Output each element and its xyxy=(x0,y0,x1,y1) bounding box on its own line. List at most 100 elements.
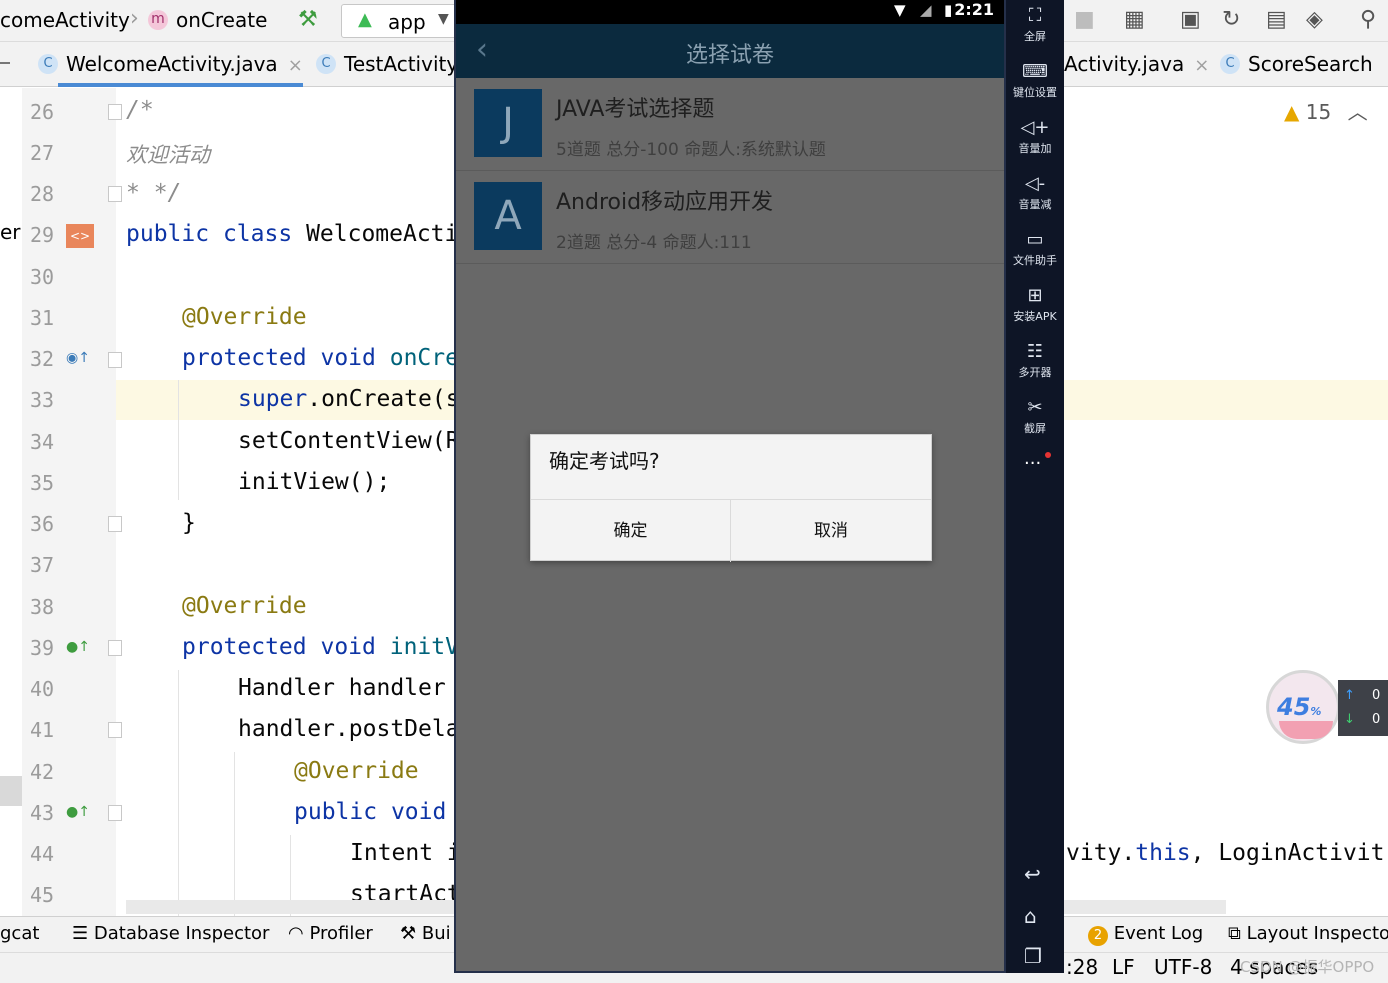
sdk-manager-icon[interactable]: ◈ xyxy=(1306,7,1323,32)
device-manager-icon[interactable]: ▦ xyxy=(1124,7,1145,32)
side-panel-label[interactable]: er xyxy=(0,220,21,244)
close-icon[interactable]: × xyxy=(288,55,303,76)
confirm-button[interactable]: 确定 xyxy=(531,500,731,562)
volume-up-button[interactable]: ◁+ 音量加 xyxy=(1006,118,1064,156)
volume-up-icon: ◁+ xyxy=(1020,117,1050,138)
home-icon[interactable]: ⌂ xyxy=(1024,904,1037,928)
code-line-26[interactable]: /* xyxy=(126,97,154,123)
search-icon[interactable]: ⚲ xyxy=(1360,7,1376,32)
code-line-41[interactable]: handler.postDela xyxy=(238,716,460,742)
implement-method-icon[interactable]: ●↑ xyxy=(66,804,90,820)
breadcrumb-separator-icon: › xyxy=(130,6,139,31)
code-line-33[interactable]: super.onCreate(s xyxy=(238,386,460,412)
code-line-34[interactable]: setContentView(R xyxy=(238,428,460,454)
code-line-40[interactable]: Handler handler xyxy=(238,675,446,701)
status-encoding[interactable]: UTF-8 xyxy=(1154,955,1212,979)
quiz-list-item[interactable]: J JAVA考试选择题 5道题 总分-100 命题人:系统默认题 xyxy=(456,79,1004,171)
quiz-avatar: A xyxy=(474,182,542,250)
code-line-31[interactable]: @Override xyxy=(182,304,307,330)
tool-event-log[interactable]: 2 Event Log xyxy=(1088,923,1203,946)
tab-label: TestActivity xyxy=(344,52,459,76)
upload-arrow-icon: ↑ xyxy=(1344,688,1355,703)
recents-icon[interactable]: ❐ xyxy=(1024,944,1042,968)
tab-list-icon[interactable] xyxy=(0,62,10,64)
warning-count: 15 xyxy=(1305,100,1332,124)
fullscreen-button[interactable]: ⛶ 全屏 xyxy=(1006,6,1064,44)
left-tool-strip: er xyxy=(0,88,22,916)
fold-marker-icon[interactable] xyxy=(108,805,122,821)
line-number: 35 xyxy=(30,471,55,495)
tool-logcat[interactable]: gcat xyxy=(0,923,39,944)
tab-score-search[interactable]: C ScoreSearch xyxy=(1212,42,1373,87)
fold-marker-icon[interactable] xyxy=(108,104,122,120)
android-icon: ▲ xyxy=(358,9,372,30)
status-line-separator[interactable]: LF xyxy=(1112,955,1135,979)
build-hammer-icon[interactable]: ⚒ xyxy=(298,7,318,32)
emulator-icon[interactable]: ▣ xyxy=(1180,7,1201,32)
breadcrumb-class[interactable]: comeActivity xyxy=(0,8,130,32)
code-line-36[interactable]: } xyxy=(182,510,196,536)
tool-database-inspector[interactable]: ☰ Database Inspector xyxy=(72,923,269,944)
tool-layout-inspector[interactable]: ⧉ Layout Inspector xyxy=(1228,923,1388,944)
code-line-42[interactable]: @Override xyxy=(294,758,419,784)
override-method-icon[interactable]: ◉↑ xyxy=(66,350,90,366)
close-icon[interactable]: × xyxy=(1194,55,1209,76)
fold-marker-icon[interactable] xyxy=(108,640,122,656)
code-line-27[interactable]: 欢迎活动 xyxy=(126,139,210,169)
back-icon[interactable]: ↩ xyxy=(1024,862,1041,886)
code-line-38[interactable]: @Override xyxy=(182,593,307,619)
fold-marker-icon[interactable] xyxy=(108,352,122,368)
line-number: 26 xyxy=(30,100,55,124)
current-line-highlight xyxy=(1064,380,1388,420)
keymap-button[interactable]: ⌨ 键位设置 xyxy=(1006,62,1064,100)
performance-float-widget[interactable]: 45% xyxy=(1266,670,1340,744)
fold-marker-icon[interactable] xyxy=(108,722,122,738)
volume-down-icon: ◁- xyxy=(1024,173,1046,194)
side-panel-marker xyxy=(0,776,22,806)
more-options-icon[interactable]: ... xyxy=(1024,448,1041,469)
tab-label: Activity.java xyxy=(1064,52,1185,76)
inspection-widget[interactable]: ▲ 15 ︿ xyxy=(1284,96,1368,125)
event-log-badge: 2 xyxy=(1088,926,1108,946)
implement-method-icon[interactable]: ●↑ xyxy=(66,639,90,655)
fold-marker-icon[interactable] xyxy=(108,516,122,532)
notification-dot xyxy=(1045,452,1051,458)
code-line-32[interactable]: protected void onCre xyxy=(182,345,459,371)
volume-down-button[interactable]: ◁- 音量减 xyxy=(1006,174,1064,212)
layout-file-icon[interactable]: <> xyxy=(66,224,94,248)
device-file-icon[interactable]: ▤ xyxy=(1266,7,1287,32)
layout-inspector-icon: ⧉ xyxy=(1228,923,1241,944)
code-line-43[interactable]: public void xyxy=(294,799,446,825)
line-number: 29 xyxy=(30,223,55,247)
quiz-list-item[interactable]: A Android移动应用开发 2道题 总分-4 命题人:111 xyxy=(456,172,1004,264)
quiz-title: JAVA考试选择题 xyxy=(556,97,715,122)
sync-icon[interactable]: ↻ xyxy=(1222,7,1240,32)
code-line-35[interactable]: initView(); xyxy=(238,469,390,495)
stop-icon[interactable]: ■ xyxy=(1074,7,1095,32)
tab-welcome-activity[interactable]: C WelcomeActivity.java × xyxy=(30,42,303,87)
breadcrumb-method[interactable]: onCreate xyxy=(176,8,267,32)
confirm-dialog: 确定考试吗? 确定 取消 xyxy=(530,434,932,562)
line-number: 34 xyxy=(30,430,55,454)
line-number: 43 xyxy=(30,801,55,825)
file-helper-button[interactable]: ▭ 文件助手 xyxy=(1006,230,1064,268)
profiler-icon: ◠ xyxy=(288,923,304,944)
fold-marker-icon[interactable] xyxy=(108,186,122,202)
code-line-28[interactable]: * */ xyxy=(126,180,181,206)
cancel-button[interactable]: 取消 xyxy=(731,500,931,562)
code-line-44-continuation[interactable]: vity.this, LoginActivit xyxy=(1066,840,1385,866)
install-apk-button[interactable]: ⊞ 安装APK xyxy=(1006,286,1064,324)
multi-instance-button[interactable]: ☷ 多开器 xyxy=(1006,342,1064,380)
chevron-down-icon: ▼ xyxy=(438,11,449,27)
screenshot-button[interactable]: ✂ 截屏 xyxy=(1006,398,1064,436)
fullscreen-icon: ⛶ xyxy=(1028,5,1042,26)
database-icon: ☰ xyxy=(72,923,89,944)
tab-test-activity[interactable]: C TestActivity xyxy=(308,42,458,87)
tool-profiler[interactable]: ◠ Profiler xyxy=(288,923,373,944)
status-caret-position[interactable]: :28 xyxy=(1066,955,1098,979)
tool-build[interactable]: ⚒ Bui xyxy=(400,923,451,944)
run-configuration-dropdown[interactable]: ▲ app ▼ xyxy=(341,4,459,38)
code-line-29[interactable]: public class WelcomeActi xyxy=(126,221,458,247)
code-line-39[interactable]: protected void initV xyxy=(182,634,459,660)
code-line-44[interactable]: Intent i xyxy=(350,840,461,866)
